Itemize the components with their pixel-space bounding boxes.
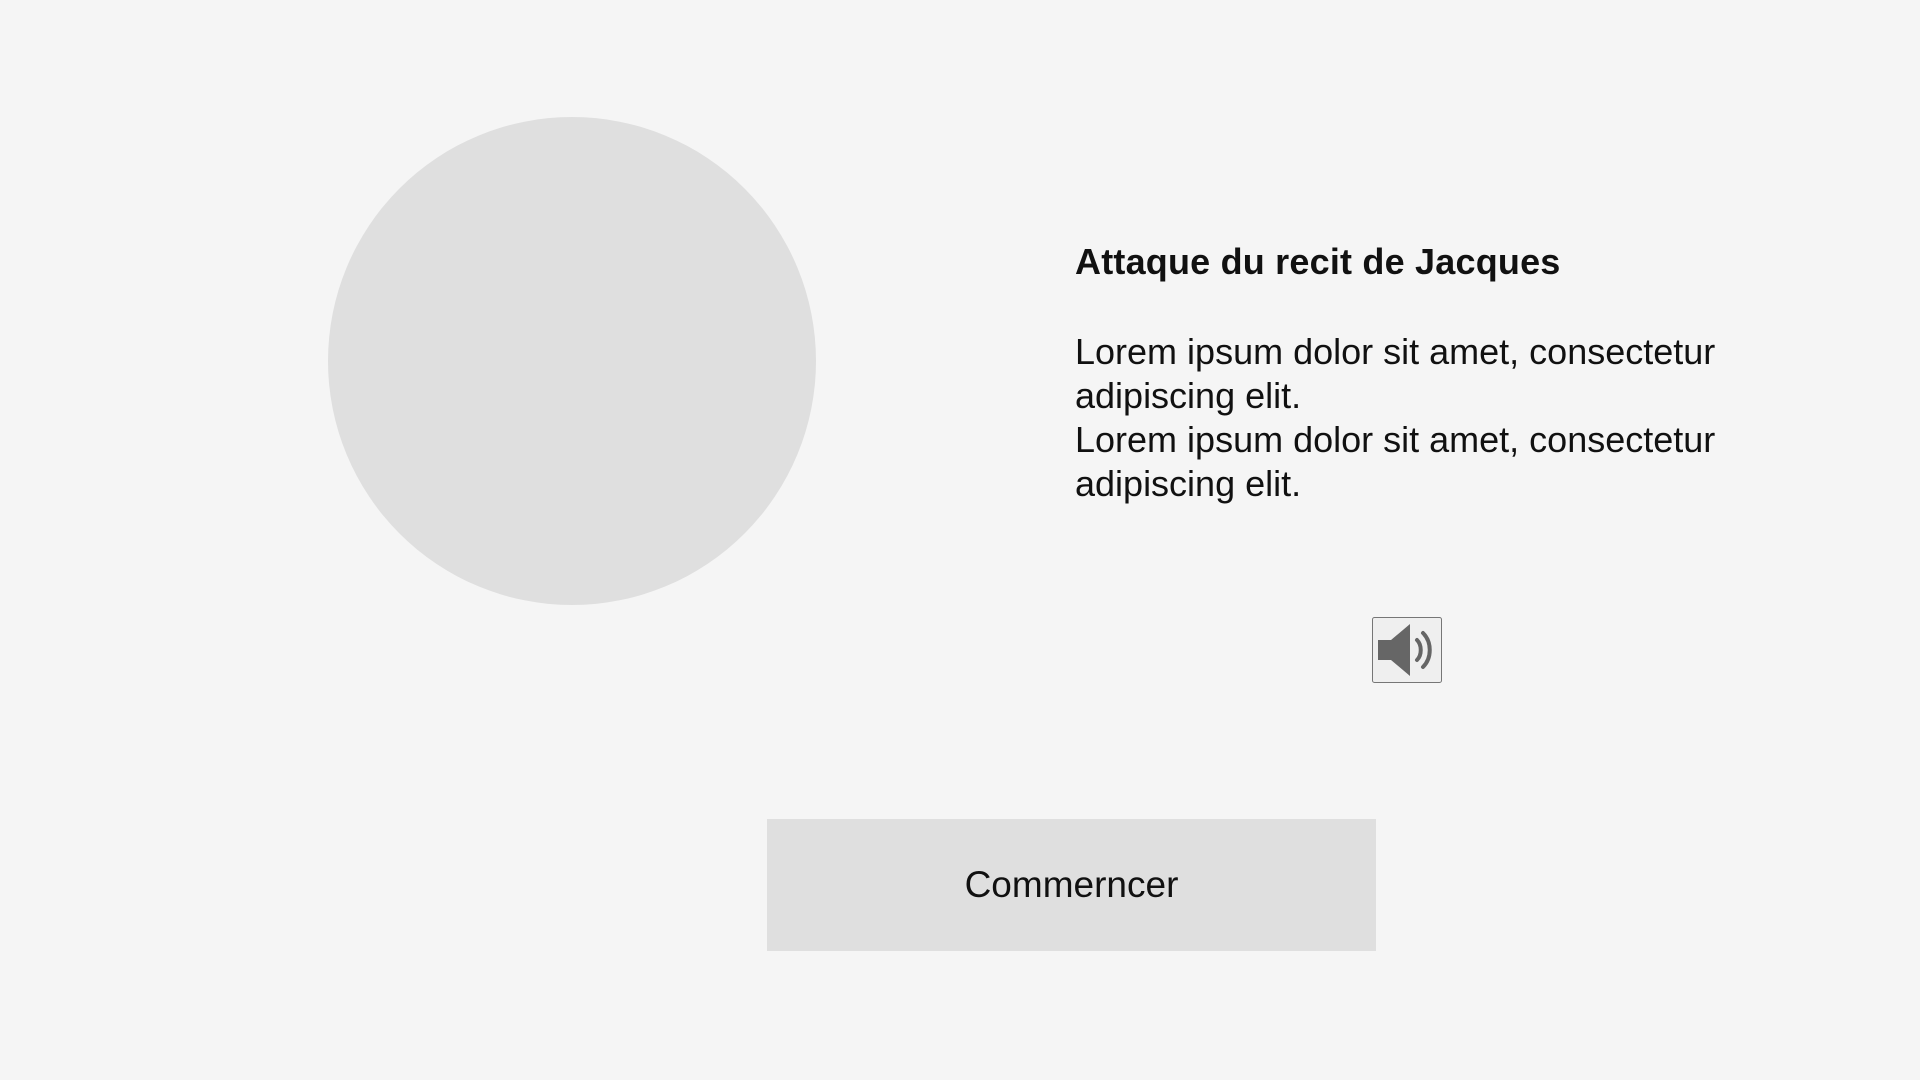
story-intro-panel: Attaque du recit de Jacques Lorem ipsum … <box>1075 240 1835 506</box>
story-description-2: Lorem ipsum dolor sit amet, consectetur … <box>1075 419 1716 504</box>
speaker-icon <box>1374 619 1440 681</box>
story-start-screen: Attaque du recit de Jacques Lorem ipsum … <box>0 0 1920 1080</box>
story-description-1: Lorem ipsum dolor sit amet, consectetur … <box>1075 331 1716 416</box>
play-audio-button[interactable] <box>1372 617 1442 683</box>
image-placeholder-circle <box>328 117 816 605</box>
story-title: Attaque du recit de Jacques <box>1075 241 1561 282</box>
start-button[interactable]: Commerncer <box>767 819 1376 951</box>
